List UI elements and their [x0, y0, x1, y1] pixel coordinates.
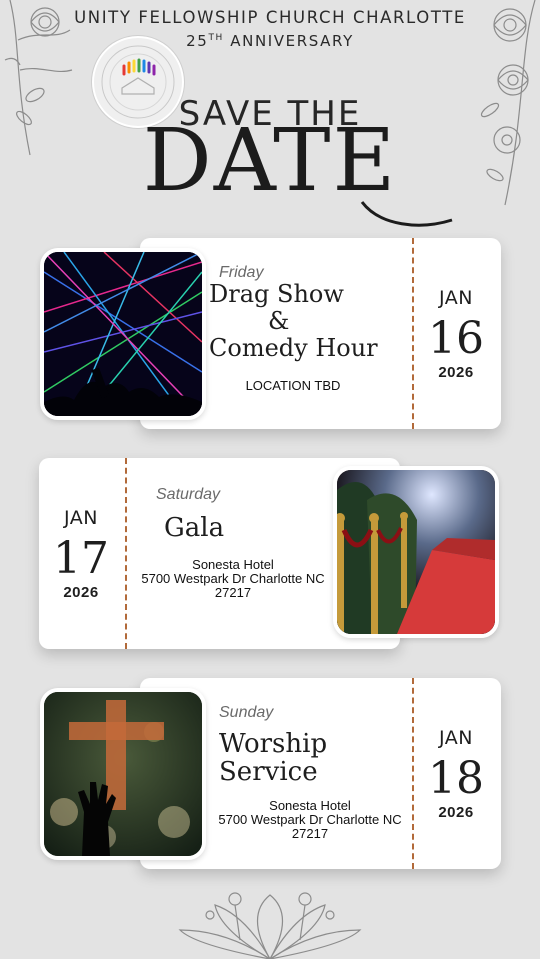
church-name: UNITY FELLOWSHIP CHURCH CHARLOTTE [74, 8, 466, 27]
floral-bottom-icon [178, 892, 362, 959]
event-date: 18 [428, 753, 484, 804]
event-year: 2026 [438, 804, 474, 821]
event-month: JAN [439, 727, 473, 749]
anniversary-suffix: TH [208, 33, 224, 43]
event-title-line2: & [268, 307, 290, 335]
red-carpet-image [333, 466, 499, 638]
event-title-line1: Gala [164, 513, 225, 543]
event-year: 2026 [438, 364, 474, 381]
anniversary-line: 25TH ANNIVERSARY [0, 32, 540, 50]
event-month: JAN [64, 507, 98, 529]
anniversary-number: 25 [186, 32, 209, 50]
event-title-line1: Drag Show [209, 280, 344, 308]
event-day: Saturday [156, 486, 221, 503]
ticket-divider [125, 458, 127, 649]
event-day: Sunday [219, 704, 274, 721]
event-title-line1: Worship [219, 729, 328, 759]
event-location: LOCATION TBD [245, 378, 341, 393]
worship-cross-image [40, 688, 206, 860]
event-month: JAN [439, 287, 473, 309]
ticket-divider [412, 678, 414, 869]
event-year: 2026 [63, 584, 99, 601]
event-title-line2: Service [219, 757, 318, 787]
date-heading: DATE [142, 111, 398, 211]
ticket-divider [412, 238, 414, 429]
event-date: 17 [53, 533, 109, 584]
event-address-line2: 27217 [214, 585, 252, 600]
laser-show-image [40, 248, 206, 420]
event-address-line2: 27217 [291, 826, 329, 841]
event-title-line3: Comedy Hour [209, 334, 378, 362]
anniversary-word: ANNIVERSARY [230, 32, 354, 50]
date-swash-icon [360, 201, 453, 227]
event-date: 16 [428, 313, 484, 364]
